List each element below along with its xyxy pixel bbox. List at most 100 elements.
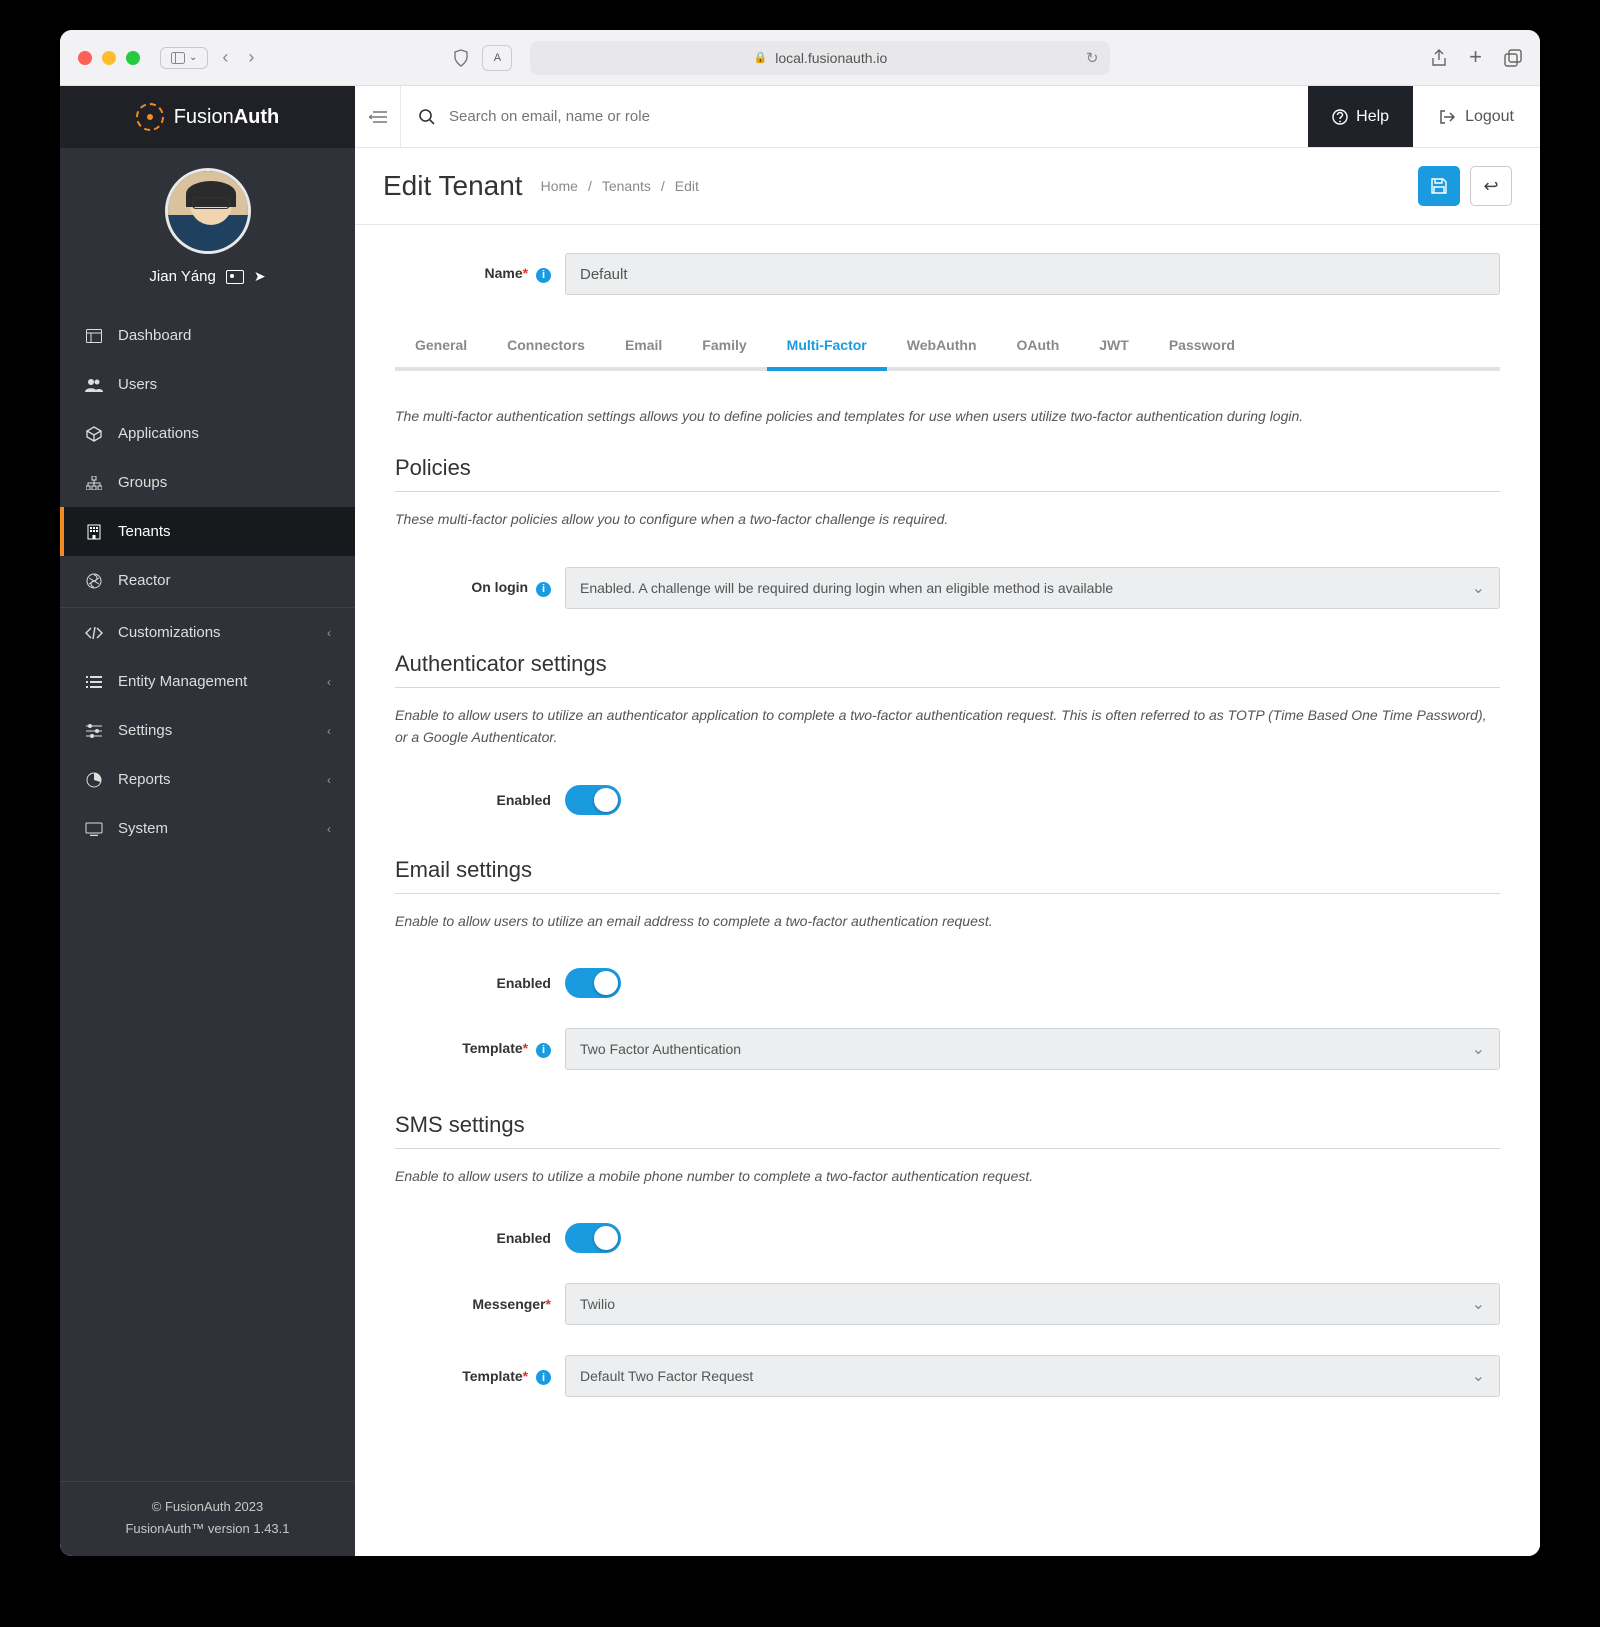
sms-enabled-label: Enabled [395,1230,565,1246]
brand-logo[interactable]: FusionAuth [60,86,355,148]
info-icon[interactable]: i [536,582,551,597]
name-input[interactable] [565,253,1500,295]
sidebar-item-dashboard[interactable]: Dashboard [60,311,355,360]
browser-chrome: ⌄ ‹ › A 🔒 local.fusionauth.io ↻ + [60,30,1540,86]
sidebar-label: Groups [118,474,167,491]
user-profile: Jian Yáng ➤ [60,148,355,311]
reactor-icon [84,573,104,589]
chevron-left-icon: ‹ [327,724,331,738]
email-template-select[interactable]: Two Factor Authentication [565,1028,1500,1070]
on-login-label: On login i [395,579,565,597]
topbar: Help Logout [355,86,1540,148]
sidebar-label: Dashboard [118,327,191,344]
sidebar-item-settings[interactable]: Settings ‹ [60,706,355,755]
sidebar-label: Users [118,376,157,393]
list-icon [84,676,104,688]
sidebar-item-applications[interactable]: Applications [60,409,355,458]
brand-name: FusionAuth [174,106,280,129]
sidebar-item-groups[interactable]: Groups [60,458,355,507]
info-icon[interactable]: i [536,1370,551,1385]
sms-template-select[interactable]: Default Two Factor Request [565,1355,1500,1397]
window-minimize-button[interactable] [102,51,116,65]
back-button[interactable]: ↩ [1470,166,1512,206]
auth-enabled-label: Enabled [395,792,565,808]
tab-jwt[interactable]: JWT [1079,323,1149,371]
on-login-select[interactable]: Enabled. A challenge will be required du… [565,567,1500,609]
main-panel: Help Logout Edit Tenant Home/ Tenants/ E… [355,86,1540,1556]
id-card-icon[interactable] [226,270,244,284]
help-icon [1332,109,1348,125]
email-enabled-toggle[interactable] [565,968,621,998]
refresh-icon[interactable]: ↻ [1086,49,1099,67]
sms-template-label: Template* i [395,1368,565,1386]
sidebar-label: Entity Management [118,673,247,690]
tab-webauthn[interactable]: WebAuthn [887,323,997,371]
section-email-title: Email settings [395,857,1500,894]
logout-button[interactable]: Logout [1413,108,1540,126]
tab-multi-factor[interactable]: Multi-Factor [767,323,887,371]
breadcrumb-tenants[interactable]: Tenants [602,178,651,194]
sidebar-item-reactor[interactable]: Reactor [60,556,355,605]
browser-window: ⌄ ‹ › A 🔒 local.fusionauth.io ↻ + Fusion… [60,30,1540,1556]
breadcrumb-home[interactable]: Home [541,178,578,194]
chevron-left-icon: ‹ [327,822,331,836]
sidebar-item-system[interactable]: System ‹ [60,804,355,853]
tab-email[interactable]: Email [605,323,682,371]
copyright-text: © FusionAuth 2023 [68,1496,347,1518]
browser-forward-button[interactable]: › [242,47,260,68]
dashboard-icon [84,329,104,343]
browser-sidebar-button[interactable]: ⌄ [160,47,208,69]
sidebar-label: Reactor [118,572,171,589]
help-button[interactable]: Help [1308,86,1413,147]
tab-oauth[interactable]: OAuth [997,323,1080,371]
info-icon[interactable]: i [536,1043,551,1058]
location-icon[interactable]: ➤ [254,268,266,285]
sidebar-collapse-button[interactable] [355,86,401,147]
tab-connectors[interactable]: Connectors [487,323,605,371]
sms-enabled-toggle[interactable] [565,1223,621,1253]
email-template-label: Template* i [395,1040,565,1058]
url-bar[interactable]: 🔒 local.fusionauth.io ↻ [530,41,1110,75]
name-label: Name* i [395,265,565,283]
tab-general[interactable]: General [395,323,487,371]
tabs-icon[interactable] [1504,49,1522,67]
sitemap-icon [84,476,104,490]
user-name: Jian Yáng [149,268,215,285]
sidebar-label: Tenants [118,523,171,540]
privacy-shield-icon[interactable] [448,45,474,71]
monitor-icon [84,822,104,836]
window-controls [78,51,140,65]
sidebar-item-entity-management[interactable]: Entity Management ‹ [60,657,355,706]
sidebar-item-customizations[interactable]: Customizations ‹ [60,608,355,657]
page-title: Edit Tenant [383,170,523,202]
logout-label: Logout [1465,108,1514,126]
sidebar-item-reports[interactable]: Reports ‹ [60,755,355,804]
search-input[interactable] [449,108,1290,125]
section-auth-desc: Enable to allow users to utilize an auth… [395,704,1500,749]
chevron-down-icon: ⌄ [189,52,197,63]
section-policies-desc: These multi-factor policies allow you to… [395,508,1500,530]
tab-family[interactable]: Family [682,323,766,371]
auth-enabled-toggle[interactable] [565,785,621,815]
text-size-icon[interactable]: A [482,45,512,71]
sidebar-label: System [118,820,168,837]
share-icon[interactable] [1431,49,1447,67]
logo-icon [136,103,164,131]
avatar[interactable] [165,168,251,254]
new-tab-icon[interactable]: + [1469,49,1482,67]
sidebar-item-tenants[interactable]: Tenants [60,507,355,556]
browser-back-button[interactable]: ‹ [216,47,234,68]
page-header: Edit Tenant Home/ Tenants/ Edit ↩ [355,148,1540,225]
section-sms-desc: Enable to allow users to utilize a mobil… [395,1165,1500,1187]
sms-messenger-select[interactable]: Twilio [565,1283,1500,1325]
info-icon[interactable]: i [536,268,551,283]
sidebar-item-users[interactable]: Users [60,360,355,409]
url-text: local.fusionauth.io [775,50,887,66]
window-maximize-button[interactable] [126,51,140,65]
sidebar-label: Settings [118,722,172,739]
sidebar-label: Reports [118,771,171,788]
sidebar-label: Customizations [118,624,221,641]
save-button[interactable] [1418,166,1460,206]
tab-password[interactable]: Password [1149,323,1255,371]
window-close-button[interactable] [78,51,92,65]
